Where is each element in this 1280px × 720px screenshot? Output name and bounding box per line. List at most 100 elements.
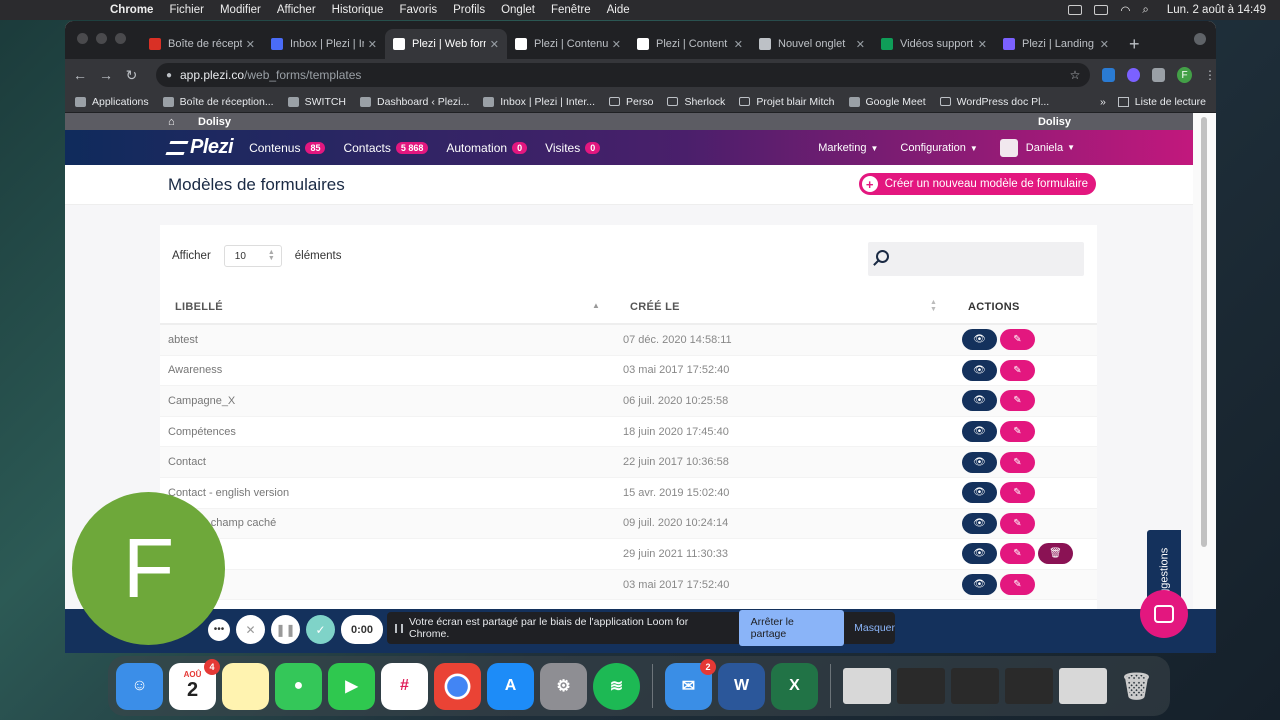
notes-icon[interactable] [222,662,269,710]
reload-icon[interactable]: ↻ [125,67,138,84]
configuration-menu[interactable]: Configuration ▼ [900,142,977,154]
view-icon[interactable]: 👁 [962,451,997,473]
search-input[interactable] [868,242,1084,276]
clock[interactable]: Lun. 2 août à 14:49 [1167,4,1266,16]
sort-icon[interactable]: ▲ ▼ [930,299,937,313]
bookmark-item[interactable]: Boîte de réception... [162,96,274,108]
edit-icon[interactable]: ✎ [1000,359,1035,381]
reading-list[interactable]: » Liste de lecture [1100,96,1206,108]
menu-onglet[interactable]: Onglet [501,4,535,16]
edit-icon[interactable]: ✎ [1000,421,1035,443]
hide-notice-link[interactable]: Masquer [854,622,895,634]
menu-fenetre[interactable]: Fenêtre [551,4,591,16]
bookmark-star-icon[interactable]: ☆ [1070,68,1081,82]
menu-modifier[interactable]: Modifier [220,4,261,16]
close-tab-icon[interactable]: ✕ [490,38,499,51]
puzzle-icon[interactable] [1152,68,1166,82]
view-icon[interactable]: 👁 [962,543,997,565]
profile-avatar[interactable]: F [1177,67,1192,83]
close-tab-icon[interactable]: ✕ [246,38,255,51]
view-icon[interactable]: 👁 [962,359,997,381]
edit-icon[interactable]: ✎ [1000,574,1035,596]
bookmark-item[interactable]: WordPress doc Pl... [939,96,1049,108]
close-tab-icon[interactable]: ✕ [734,38,743,51]
page-scrollbar[interactable] [1193,113,1216,653]
column-created-header[interactable]: CRÉÉ LE [630,301,680,313]
minimized-window-thumbnail[interactable] [897,668,945,704]
close-tab-icon[interactable]: ✕ [1100,38,1109,51]
view-icon[interactable]: 👁 [962,512,997,534]
browser-tab[interactable]: Plezi | Contenu ✕ [507,29,629,59]
edit-icon[interactable]: ✎ [1000,512,1035,534]
nav-item-contacts[interactable]: Contacts 5 868 [343,141,429,155]
user-menu[interactable]: Daniela ▼ [999,138,1075,157]
view-icon[interactable]: 👁 [962,482,997,504]
facetime-icon[interactable]: ▶ [328,662,375,710]
minimized-window-thumbnail[interactable] [951,668,999,704]
menu-profils[interactable]: Profils [453,4,485,16]
bookmark-item[interactable]: Google Meet [848,96,926,108]
chrome-menu-icon[interactable]: ⋮ [1204,68,1216,82]
new-tab-icon[interactable]: + [1129,29,1140,59]
bookmark-item[interactable]: Perso [609,96,653,108]
close-tab-icon[interactable]: ✕ [368,38,377,51]
bookmark-item[interactable]: Inbox | Plezi | Inter... [483,96,595,108]
bookmark-item[interactable]: Sherlock [667,96,725,108]
menu-favoris[interactable]: Favoris [399,4,437,16]
column-label-header[interactable]: LIBELLÉ [175,301,223,313]
edit-icon[interactable]: ✎ [1000,543,1035,565]
browser-tab[interactable]: Plezi | Landing ✕ [995,29,1117,59]
nav-item-contenus[interactable]: Contenus 85 [249,141,326,155]
app-store-icon[interactable]: A [487,662,534,710]
browser-tab[interactable]: Inbox | Plezi | In ✕ [263,29,385,59]
create-template-button[interactable]: + Créer un nouveau modèle de formulaire [858,173,1096,195]
template-label[interactable]: Awareness [168,364,222,376]
close-tab-icon[interactable]: ✕ [978,38,987,51]
battery-icon[interactable] [1094,5,1109,15]
word-icon[interactable]: W [718,662,765,710]
intercom-chat-icon[interactable] [1140,590,1188,638]
bookmark-item[interactable]: Projet blair Mitch [739,96,835,108]
close-tab-icon[interactable]: ✕ [612,38,621,51]
browser-tab[interactable]: Boîte de récept ✕ [141,29,263,59]
template-label[interactable]: Contact [168,456,206,468]
extension-icon[interactable] [1127,68,1141,82]
edit-icon[interactable]: ✎ [1000,390,1035,412]
messages-icon[interactable]: ● [275,662,322,710]
minimized-window-thumbnail[interactable] [1005,668,1053,704]
view-icon[interactable]: 👁 [962,574,997,596]
menu-app-name[interactable]: Chrome [110,4,153,16]
org-name[interactable]: Dolisy [198,116,231,128]
lock-icon[interactable]: ● [166,70,172,81]
minimize-window-icon[interactable] [96,33,107,44]
template-label[interactable]: Campagne_X [168,395,235,407]
template-label[interactable]: abtest [168,334,198,346]
scrollbar-thumb[interactable] [1201,117,1207,547]
wifi-icon[interactable]: ◠ [1120,3,1130,17]
view-icon[interactable]: 👁 [962,390,997,412]
nav-item-visites[interactable]: Visites 0 [545,141,601,155]
browser-tab[interactable]: Plezi | Content ✕ [629,29,751,59]
pause-recording-icon[interactable]: ❚❚ [271,615,300,644]
browser-tab[interactable]: Nouvel onglet ✕ [751,29,873,59]
menu-fichier[interactable]: Fichier [169,4,204,16]
page-size-select[interactable]: 10 ▲ ▼ [223,245,282,267]
delete-icon[interactable]: 🗑 [1038,543,1073,565]
finder-icon[interactable]: ☺ [116,662,163,710]
back-icon[interactable]: ← [73,67,87,83]
edit-icon[interactable]: ✎ [1000,329,1035,351]
home-icon[interactable]: ⌂ [168,116,182,128]
minimized-window-thumbnail[interactable] [1059,668,1107,704]
forward-icon[interactable]: → [99,67,113,83]
template-label[interactable]: Compétences [168,426,236,438]
edit-icon[interactable]: ✎ [1000,482,1035,504]
bookmark-item[interactable]: Applications [75,96,149,108]
more-bookmarks-icon[interactable]: » [1100,96,1106,108]
view-icon[interactable]: 👁 [962,329,997,351]
calendar-icon[interactable]: AOÛ 2 4 [169,658,220,710]
chrome-icon[interactable] [434,662,481,710]
edit-icon[interactable]: ✎ [1000,451,1035,473]
menu-aide[interactable]: Aide [607,4,630,16]
address-bar[interactable]: ● app.plezi.co/web_forms/templates ☆ [155,63,1091,87]
marketing-menu[interactable]: Marketing ▼ [818,142,878,154]
